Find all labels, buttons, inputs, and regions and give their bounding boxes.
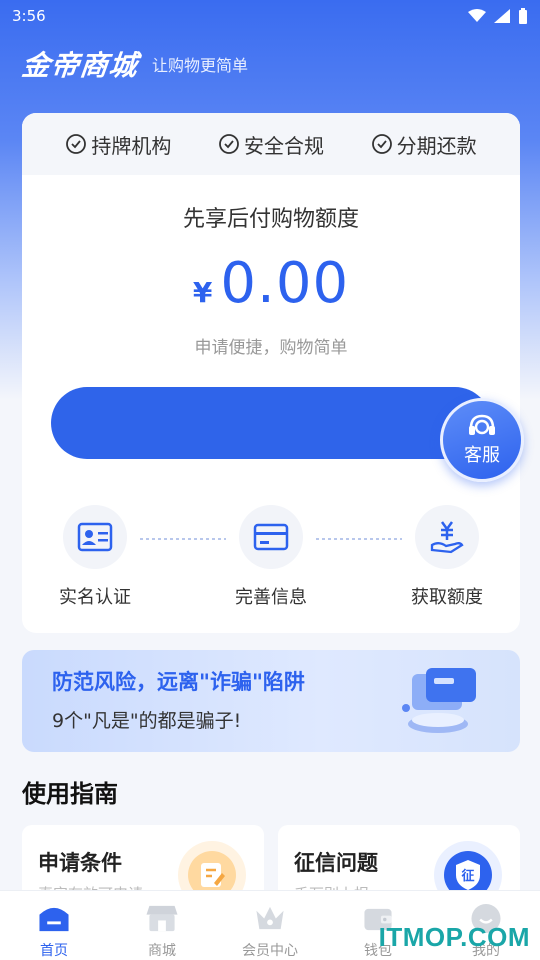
step-real-name[interactable]: 实名认证 <box>40 505 150 609</box>
warning-title: 防范风险，远离"诈骗"陷阱 <box>52 670 305 694</box>
badge-label: 安全合规 <box>243 133 324 158</box>
status-bar: 3:56 <box>0 0 540 32</box>
trust-badges: 持牌机构 安全合规 分期还款 <box>22 113 520 175</box>
tab-shop[interactable]: 商城 <box>108 891 216 960</box>
step-icon-wrap <box>63 505 127 569</box>
step-label: 实名认证 <box>59 587 131 608</box>
badge-label: 持牌机构 <box>91 133 172 158</box>
step-label: 完善信息 <box>235 587 307 608</box>
warning-subtitle: 9个"凡是"的都是骗子! <box>52 710 242 732</box>
security-illustration-icon <box>402 668 476 733</box>
badge-installment: 分期还款 <box>371 130 477 159</box>
tab-member-center[interactable]: 会员中心 <box>216 891 324 960</box>
check-circle-icon <box>66 134 87 154</box>
service-label: 客服 <box>464 445 500 466</box>
shop-icon <box>146 905 178 932</box>
home-icon <box>39 907 69 932</box>
step-icon-wrap <box>415 505 479 569</box>
badge-compliant: 安全合规 <box>218 130 324 159</box>
tab-label: 首页 <box>40 943 68 959</box>
step-complete-info[interactable]: 完善信息 <box>216 505 326 609</box>
quota-amount: ¥ 0.00 <box>22 251 520 316</box>
check-circle-icon <box>219 134 239 154</box>
app-slogan: 让购物更简单 <box>152 56 249 75</box>
apply-button[interactable] <box>51 387 491 459</box>
customer-service-button[interactable]: 客服 <box>440 398 524 482</box>
quota-card: 持牌机构 安全合规 分期还款 先享后付购物额度 ¥ 0.00 申请便捷，购物简单… <box>22 113 520 633</box>
headset-icon <box>469 414 495 435</box>
application-steps: 实名认证 完善信息 获取额度 <box>22 505 520 615</box>
app-header: 金帝商城 让购物更简单 <box>20 44 249 84</box>
tab-label: 会员中心 <box>242 943 298 959</box>
check-circle-icon <box>371 134 392 154</box>
card-icon <box>253 523 289 551</box>
quota-subtitle: 申请便捷，购物简单 <box>194 338 348 358</box>
guide-section-title: 使用指南 <box>22 780 118 808</box>
guide-card-title: 申请条件 <box>38 851 122 875</box>
battery-icon <box>519 8 527 24</box>
currency-symbol: ¥ <box>192 276 213 309</box>
amount-value: 0.00 <box>220 251 350 316</box>
status-icons <box>468 8 528 24</box>
badge-licensed: 持牌机构 <box>65 130 171 159</box>
signal-icon <box>494 9 510 23</box>
step-connector <box>140 538 226 540</box>
fraud-warning-banner[interactable]: 防范风险，远离"诈骗"陷阱 9个"凡是"的都是骗子! <box>22 650 520 752</box>
step-connector <box>316 538 402 540</box>
app-logo: 金帝商城 <box>20 49 140 82</box>
id-card-icon <box>77 522 113 552</box>
yen-hand-icon <box>430 521 464 554</box>
step-label: 获取额度 <box>411 587 483 608</box>
tab-label: 商城 <box>148 943 176 959</box>
status-time: 3:56 <box>12 7 46 25</box>
crown-icon <box>256 906 284 930</box>
quota-title: 先享后付购物额度 <box>182 207 359 232</box>
guide-card-title: 征信问题 <box>294 851 378 875</box>
svg-text:征: 征 <box>461 868 474 884</box>
step-get-quota[interactable]: 获取额度 <box>392 505 502 609</box>
site-watermark: ITMOP.COM <box>378 922 530 952</box>
badge-label: 分期还款 <box>396 133 477 158</box>
tab-home[interactable]: 首页 <box>0 891 108 960</box>
step-icon-wrap <box>239 505 303 569</box>
wifi-icon <box>468 9 486 22</box>
